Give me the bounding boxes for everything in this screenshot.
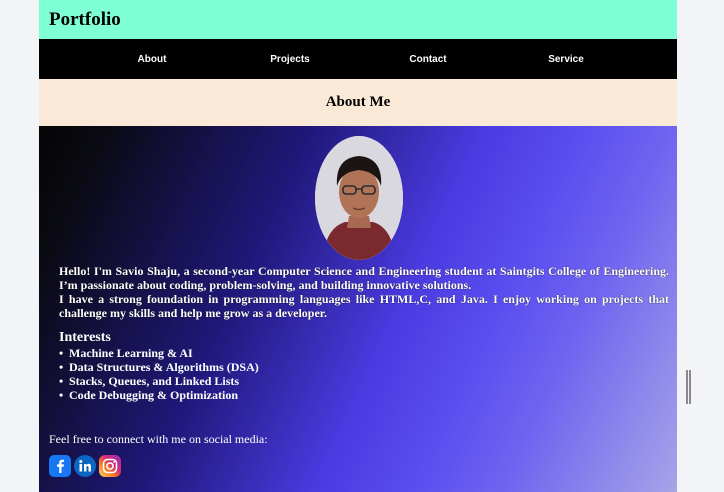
interest-item: Machine Learning & AI	[59, 346, 259, 360]
interest-item: Code Debugging & Optimization	[59, 388, 259, 402]
nav-projects[interactable]: Projects	[221, 54, 359, 65]
scrollbar-handle[interactable]	[686, 370, 691, 404]
facebook-icon[interactable]	[49, 455, 71, 477]
instagram-icon[interactable]	[99, 455, 121, 477]
nav-bar: About Projects Contact Service	[39, 39, 677, 79]
brand-title[interactable]: Portfolio	[49, 9, 121, 31]
nav-service[interactable]: Service	[497, 54, 635, 65]
bio-paragraph-1: Hello! I'm Savio Shaju, a second-year Co…	[59, 264, 669, 292]
section-heading: About Me	[39, 79, 677, 126]
site-header: Portfolio	[39, 0, 677, 39]
interest-item: Data Structures & Algorithms (DSA)	[59, 360, 259, 374]
interests-heading: Interests	[59, 330, 111, 345]
social-links	[49, 455, 121, 477]
profile-photo	[315, 136, 403, 260]
nav-about[interactable]: About	[83, 54, 221, 65]
interests-list: Machine Learning & AI Data Structures & …	[59, 346, 259, 402]
interest-item: Stacks, Queues, and Linked Lists	[59, 374, 259, 388]
nav-contact[interactable]: Contact	[359, 54, 497, 65]
bio-text: Hello! I'm Savio Shaju, a second-year Co…	[59, 264, 669, 320]
profile-photo-image	[315, 136, 403, 260]
page: Portfolio About Projects Contact Service…	[39, 0, 677, 492]
about-section: Hello! I'm Savio Shaju, a second-year Co…	[39, 126, 677, 492]
bio-paragraph-2: I have a strong foundation in programmin…	[59, 292, 669, 320]
linkedin-icon[interactable]	[74, 455, 96, 477]
connect-text: Feel free to connect with me on social m…	[49, 432, 268, 446]
